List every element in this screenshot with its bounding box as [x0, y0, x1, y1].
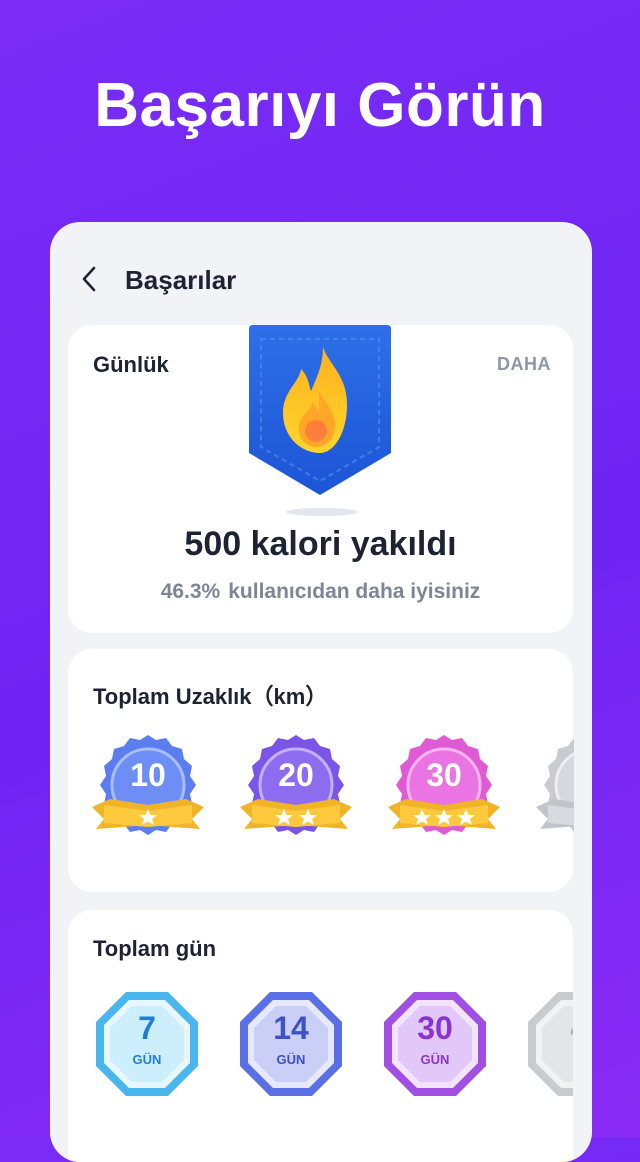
badge-value: 20: [278, 757, 314, 793]
days-badge-7[interactable]: 7 GÜN: [92, 988, 202, 1100]
flame-icon: [249, 325, 391, 495]
days-badge-locked[interactable]: 4: [524, 988, 573, 1100]
distance-card: Toplam Uzaklık（km） 10 20 30: [68, 649, 574, 892]
badge-value: 14: [273, 1010, 309, 1046]
badge-value: 30: [417, 1010, 453, 1046]
chevron-left-icon[interactable]: [78, 264, 100, 294]
daily-card: Günlük DAHA 500 kalori yakıldı 46.3% kul…: [68, 325, 573, 633]
badge-unit: GÜN: [420, 1052, 450, 1067]
badge-value: 7: [138, 1010, 156, 1046]
medal-icon: [536, 738, 574, 832]
days-card: Toplam gün 7 GÜN 14 GÜN 30 GÜN: [68, 910, 573, 1162]
hero-title: Başarıyı Görün: [94, 71, 546, 140]
badge-unit: GÜN: [132, 1052, 162, 1067]
daily-percent: 46.3%: [160, 580, 221, 603]
days-label: Toplam gün: [93, 936, 217, 961]
daily-comparison-text: kullanıcıdan daha iyisiniz: [228, 580, 481, 603]
badge-value: 30: [426, 757, 462, 793]
shield-shadow: [286, 508, 358, 516]
achievements-screen: Başarılar Günlük DAHA 500 kalori yakıldı…: [50, 222, 592, 1162]
distance-badge-30[interactable]: 30: [386, 729, 502, 849]
days-badge-14[interactable]: 14 GÜN: [236, 988, 346, 1100]
days-badge-30[interactable]: 30 GÜN: [380, 988, 490, 1100]
distance-label: Toplam Uzaklık（km）: [93, 684, 328, 709]
daily-headline: 500 kalori yakıldı: [184, 525, 457, 563]
distance-badge-20[interactable]: 20: [238, 729, 354, 849]
more-link[interactable]: DAHA: [497, 354, 551, 375]
daily-comparison: 46.3% kullanıcıdan daha iyisiniz: [68, 580, 573, 604]
badge-unit: GÜN: [276, 1052, 306, 1067]
badge-value: 4: [524, 1010, 573, 1047]
daily-label: Günlük: [93, 352, 169, 377]
nav-bar: Başarılar: [50, 252, 592, 308]
distance-badge-10[interactable]: 10: [90, 729, 206, 849]
page-title: Başarılar: [125, 265, 237, 295]
distance-badge-locked[interactable]: [534, 729, 574, 849]
badge-value: 10: [130, 757, 166, 793]
